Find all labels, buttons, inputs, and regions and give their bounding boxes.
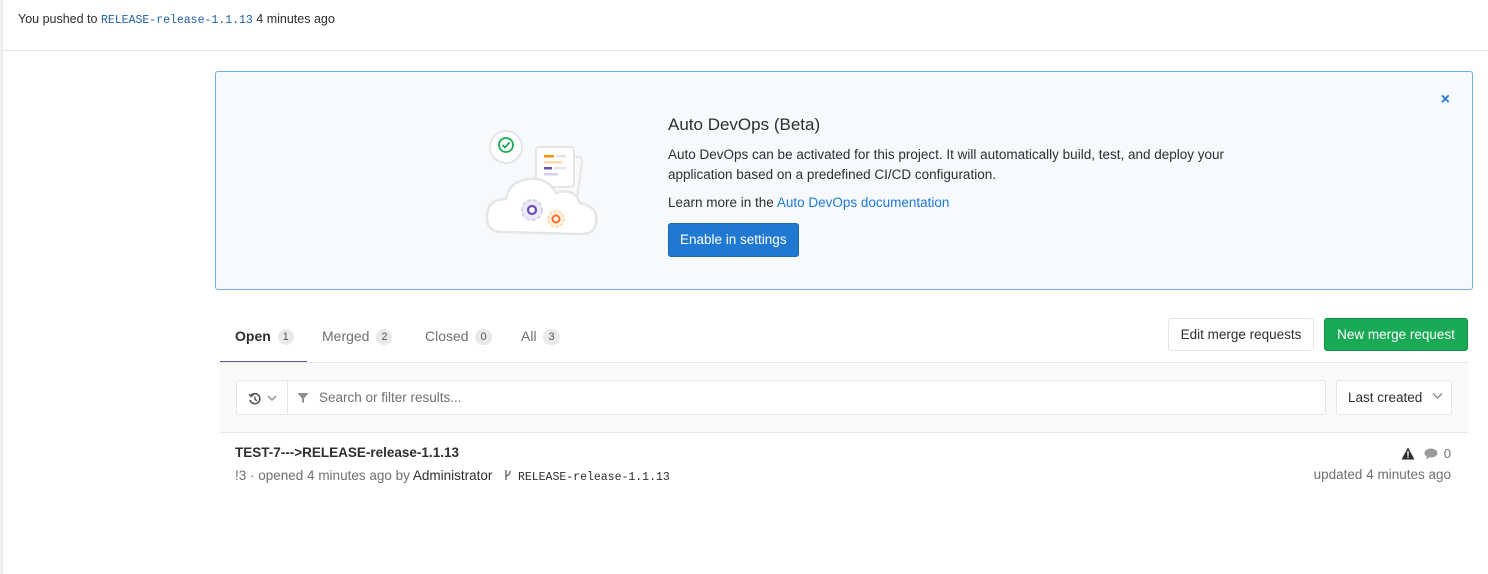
comments-count[interactable]: 0 [1444,446,1451,461]
tab-open-label: Open [235,328,271,344]
push-prefix: You pushed to [18,12,98,26]
tab-closed[interactable]: Closed 0 [425,318,492,363]
edit-merge-requests-button[interactable]: Edit merge requests [1168,318,1314,351]
merge-request-updated: updated 4 minutes ago [1313,467,1451,482]
push-notification-bar: You pushed to RELEASE-release-1.1.13 4 m… [3,0,1488,51]
tab-merged-count: 2 [376,329,393,345]
merge-request-reference: !3 · opened 4 minutes ago by [235,468,410,483]
push-branch-link[interactable]: RELEASE-release-1.1.13 [101,14,253,27]
history-icon [248,392,261,405]
search-input[interactable] [317,381,1317,414]
tab-merged-label: Merged [322,328,370,344]
tab-closed-count: 0 [475,329,492,345]
merge-request-meta: !3 · opened 4 minutes ago by Administrat… [235,468,670,484]
auto-devops-learn-more: Learn more in the Auto DevOps documentat… [668,195,949,210]
tab-open-count: 1 [277,329,294,345]
recent-searches-button[interactable] [236,380,287,415]
merge-request-target-branch[interactable]: RELEASE-release-1.1.13 [518,471,670,484]
merge-request-author[interactable]: Administrator [413,468,493,483]
tab-all-label: All [521,328,537,344]
learn-more-prefix: Learn more in the [668,195,774,210]
push-time: 4 minutes ago [256,12,335,26]
merge-request-title[interactable]: TEST-7--->RELEASE-release-1.1.13 [235,445,459,460]
auto-devops-title: Auto DevOps (Beta) [668,115,821,134]
merge-request-status: 0 [1401,445,1451,461]
tab-all[interactable]: All 3 [521,318,560,363]
filter-icon [297,393,309,403]
auto-devops-docs-link[interactable]: Auto DevOps documentation [777,195,950,210]
push-notification-text: You pushed to RELEASE-release-1.1.13 4 m… [18,12,335,27]
close-icon[interactable]: × [1441,91,1450,109]
sort-dropdown[interactable]: Last created [1336,380,1452,415]
enable-in-settings-button[interactable]: Enable in settings [668,223,799,257]
new-merge-request-button[interactable]: New merge request [1324,318,1468,351]
branch-icon [505,470,511,480]
left-edge-line [2,0,3,574]
merge-request-row: TEST-7--->RELEASE-release-1.1.13 !3 · op… [220,433,1468,493]
warning-icon [1401,447,1415,460]
tab-merged[interactable]: Merged 2 [322,318,393,363]
auto-devops-banner: × Auto DevOps (Beta) Auto DevOps can be … [215,71,1473,290]
filter-bar: Last created [220,363,1468,433]
comments-icon [1424,448,1438,460]
search-filter-box [287,380,1326,415]
chevron-down-icon [267,395,277,402]
tab-closed-label: Closed [425,328,469,344]
tab-all-count: 3 [543,329,560,345]
chevron-down-icon [1432,392,1443,400]
sort-dropdown-label: Last created [1348,390,1423,405]
tab-open[interactable]: Open 1 [220,318,307,363]
auto-devops-illustration [485,130,598,236]
auto-devops-description: Auto DevOps can be activated for this pr… [668,147,1225,182]
